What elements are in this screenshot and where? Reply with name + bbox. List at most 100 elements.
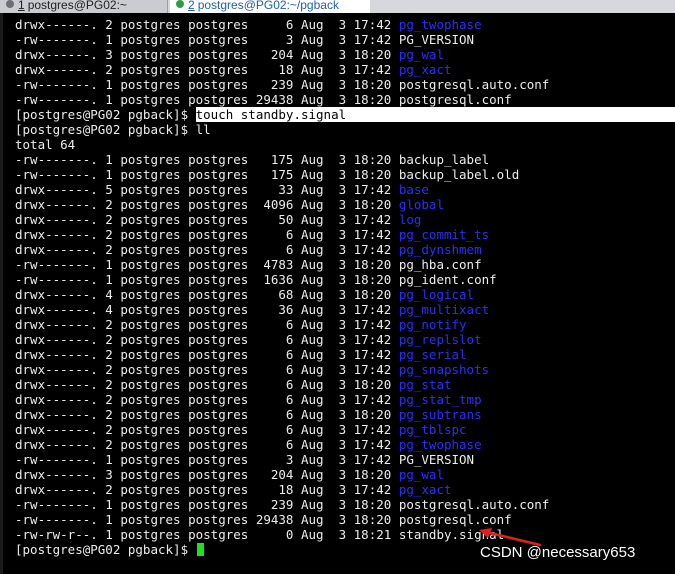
listing-row: drwx------. 2 postgres postgres 6 Aug 3 … <box>15 242 482 257</box>
directory-name: pg_notify <box>398 317 467 332</box>
listing-row: drwx------. 2 postgres postgres 6 Aug 3 … <box>15 422 467 437</box>
directory-name: pg_xact <box>398 482 452 497</box>
directory-name: pg_twophase <box>398 437 482 452</box>
directory-name: pg_tblspc <box>398 422 467 437</box>
directory-name: pg_replslot <box>398 332 482 347</box>
file-metadata: -rw-------. 1 postgres postgres 4783 Aug… <box>15 257 399 272</box>
file-metadata: drwx------. 2 postgres postgres 6 Aug 3 … <box>15 422 399 437</box>
listing-row: -rw-------. 1 postgres postgres 239 Aug … <box>15 497 549 512</box>
file-metadata: drwx------. 2 postgres postgres 6 Aug 3 … <box>15 392 399 407</box>
listing-row: -rw-------. 1 postgres postgres 29438 Au… <box>15 92 512 107</box>
listing-row: -rw-------. 1 postgres postgres 3 Aug 3 … <box>15 452 474 467</box>
file-metadata: drwx------. 5 postgres postgres 33 Aug 3… <box>15 182 399 197</box>
directory-name: global <box>398 197 444 212</box>
file-metadata: drwx------. 2 postgres postgres 6 Aug 3 … <box>15 407 399 422</box>
file-metadata: -rw-------. 1 postgres postgres 3 Aug 3 … <box>15 32 399 47</box>
tab-session-1[interactable]: 1 postgres@PG02:~ <box>0 0 168 13</box>
listing-row: drwx------. 2 postgres postgres 6 Aug 3 … <box>15 227 489 242</box>
file-metadata: -rw-------. 1 postgres postgres 175 Aug … <box>15 167 399 182</box>
shell-prompt: [postgres@PG02 pgback]$ <box>15 542 196 557</box>
directory-name: pg_subtrans <box>398 407 482 422</box>
directory-name: pg_wal <box>398 47 444 62</box>
file-metadata: drwx------. 2 postgres postgres 4096 Aug… <box>15 197 399 212</box>
file-name: postgresql.conf <box>398 512 512 527</box>
file-name: pg_hba.conf <box>398 257 482 272</box>
session-status-icon <box>6 0 14 8</box>
directory-name: pg_stat_tmp <box>398 392 482 407</box>
prompt-line: [postgres@PG02 pgback]$ <box>15 542 204 557</box>
listing-row: -rw-------. 1 postgres postgres 239 Aug … <box>15 77 549 92</box>
listing-row: drwx------. 3 postgres postgres 204 Aug … <box>15 467 444 482</box>
file-metadata: -rw-rw-r--. 1 postgres postgres 0 Aug 3 … <box>15 527 399 542</box>
file-metadata: drwx------. 4 postgres postgres 36 Aug 3… <box>15 302 399 317</box>
listing-row: drwx------. 2 postgres postgres 6 Aug 3 … <box>15 437 482 452</box>
file-metadata: drwx------. 2 postgres postgres 6 Aug 3 … <box>15 317 399 332</box>
listing-row: -rw-------. 1 postgres postgres 175 Aug … <box>15 167 519 182</box>
listing-row: drwx------. 2 postgres postgres 6 Aug 3 … <box>15 317 467 332</box>
shell-prompt: [postgres@PG02 pgback]$ <box>15 122 196 137</box>
file-metadata: drwx------. 2 postgres postgres 6 Aug 3 … <box>15 347 399 362</box>
directory-name: pg_serial <box>398 347 467 362</box>
file-metadata: drwx------. 2 postgres postgres 6 Aug 3 … <box>15 332 399 347</box>
tab-title: postgres@PG02:~ <box>27 0 127 12</box>
command-text: ll <box>195 122 211 137</box>
listing-row: drwx------. 5 postgres postgres 33 Aug 3… <box>15 182 429 197</box>
file-name: PG_VERSION <box>398 32 475 47</box>
file-name: PG_VERSION <box>398 452 475 467</box>
file-metadata: drwx------. 4 postgres postgres 68 Aug 3… <box>15 287 399 302</box>
directory-name: pg_stat <box>398 377 452 392</box>
file-metadata: -rw-------. 1 postgres postgres 1636 Aug… <box>15 272 399 287</box>
file-metadata: -rw-------. 1 postgres postgres 239 Aug … <box>15 77 399 92</box>
file-metadata: -rw-------. 1 postgres postgres 29438 Au… <box>15 512 399 527</box>
directory-name: pg_twophase <box>398 17 482 32</box>
listing-row: drwx------. 2 postgres postgres 6 Aug 3 … <box>15 347 467 362</box>
tab-title: postgres@PG02:~/pgback <box>197 0 339 12</box>
tab-number: 1 <box>18 0 25 12</box>
file-metadata: drwx------. 2 postgres postgres 18 Aug 3… <box>15 482 399 497</box>
file-metadata: total 64 <box>15 137 76 152</box>
file-name: postgresql.auto.conf <box>398 77 550 92</box>
listing-row: drwx------. 2 postgres postgres 6 Aug 3 … <box>15 392 482 407</box>
prompt-line: [postgres@PG02 pgback]$ touch standby.si… <box>15 107 675 122</box>
terminal-output[interactable]: drwx------. 2 postgres postgres 6 Aug 3 … <box>0 13 675 574</box>
prompt-line: [postgres@PG02 pgback]$ ll <box>15 122 211 137</box>
listing-row: drwx------. 3 postgres postgres 204 Aug … <box>15 47 444 62</box>
directory-name: pg_dynshmem <box>398 242 482 257</box>
listing-row: -rw-------. 1 postgres postgres 4783 Aug… <box>15 257 482 272</box>
file-metadata: drwx------. 2 postgres postgres 6 Aug 3 … <box>15 437 399 452</box>
file-metadata: drwx------. 2 postgres postgres 6 Aug 3 … <box>15 377 399 392</box>
file-name: pg_ident.conf <box>398 272 497 287</box>
listing-row: drwx------. 4 postgres postgres 68 Aug 3… <box>15 287 474 302</box>
listing-row: drwx------. 2 postgres postgres 4096 Aug… <box>15 197 444 212</box>
listing-row: drwx------. 2 postgres postgres 6 Aug 3 … <box>15 377 452 392</box>
directory-name: log <box>398 212 422 227</box>
listing-row: drwx------. 2 postgres postgres 50 Aug 3… <box>15 212 421 227</box>
file-metadata: drwx------. 3 postgres postgres 204 Aug … <box>15 467 399 482</box>
listing-row: total 64 <box>15 137 75 152</box>
file-name: postgresql.conf <box>398 92 512 107</box>
file-metadata: drwx------. 2 postgres postgres 6 Aug 3 … <box>15 227 399 242</box>
listing-row: -rw-------. 1 postgres postgres 29438 Au… <box>15 512 512 527</box>
listing-row: drwx------. 4 postgres postgres 36 Aug 3… <box>15 302 489 317</box>
tab-bar: 1 postgres@PG02:~ 2 postgres@PG02:~/pgback <box>0 0 675 13</box>
file-name: backup_label.old <box>398 167 520 182</box>
directory-name: base <box>398 182 429 197</box>
listing-row: drwx------. 2 postgres postgres 6 Aug 3 … <box>15 362 489 377</box>
listing-row: drwx------. 2 postgres postgres 6 Aug 3 … <box>15 332 482 347</box>
listing-row: drwx------. 2 postgres postgres 18 Aug 3… <box>15 62 452 77</box>
file-name: postgresql.auto.conf <box>398 497 550 512</box>
shell-prompt: [postgres@PG02 pgback]$ <box>15 107 196 122</box>
tab-number: 2 <box>188 0 195 12</box>
file-metadata: -rw-------. 1 postgres postgres 239 Aug … <box>15 497 399 512</box>
directory-name: pg_logical <box>398 287 475 302</box>
file-metadata: drwx------. 2 postgres postgres 6 Aug 3 … <box>15 362 399 377</box>
file-metadata: -rw-------. 1 postgres postgres 29438 Au… <box>15 92 399 107</box>
listing-row: drwx------. 2 postgres postgres 6 Aug 3 … <box>15 407 482 422</box>
directory-name: pg_multixact <box>398 302 490 317</box>
tab-session-2[interactable]: 2 postgres@PG02:~/pgback <box>170 0 370 13</box>
file-metadata: -rw-------. 1 postgres postgres 175 Aug … <box>15 152 399 167</box>
file-metadata: drwx------. 2 postgres postgres 50 Aug 3… <box>15 212 399 227</box>
directory-name: pg_wal <box>398 467 444 482</box>
file-metadata: drwx------. 2 postgres postgres 6 Aug 3 … <box>15 242 399 257</box>
file-metadata: -rw-------. 1 postgres postgres 3 Aug 3 … <box>15 452 399 467</box>
